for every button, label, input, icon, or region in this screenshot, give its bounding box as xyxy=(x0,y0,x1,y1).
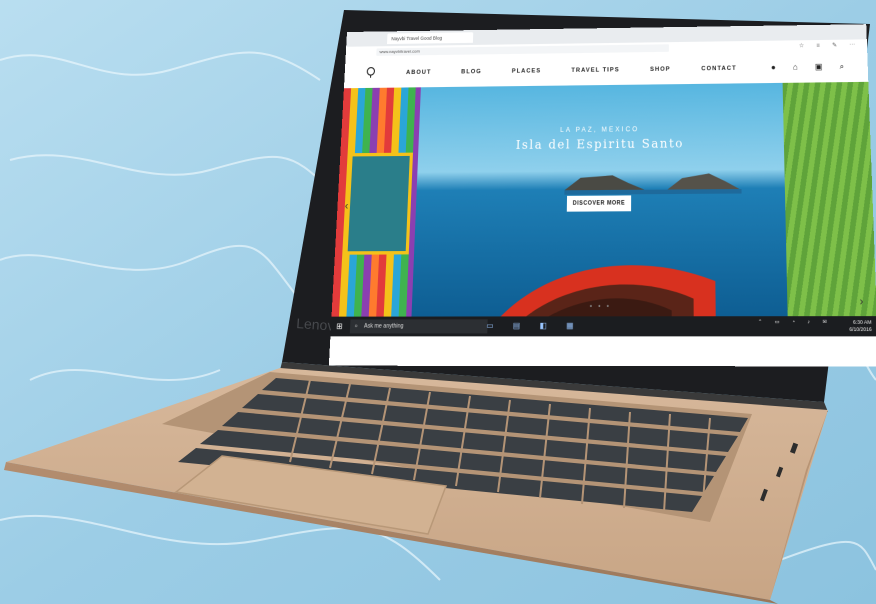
search-placeholder: Ask me anything xyxy=(363,322,404,330)
nav-contact[interactable]: CONTACT xyxy=(701,65,736,72)
island-rocks xyxy=(564,173,742,195)
green-field-image xyxy=(782,81,876,317)
tray-icons[interactable]: ⌃ ▭ ◔ ♪ ✉ xyxy=(758,319,832,326)
clock-date: 6/10/2016 xyxy=(849,326,872,333)
header-icons[interactable]: ● ⌂ ▣ ⌕ xyxy=(771,61,852,72)
windows-start-icon[interactable]: ⊞ xyxy=(336,321,343,331)
hero-title: Isla del Espiritu Santo xyxy=(515,136,685,153)
nav-places[interactable]: PLACES xyxy=(512,68,542,75)
taskbar-pinned-apps[interactable]: ▭ ▤ ◧ ▦ xyxy=(486,320,582,330)
hero-carousel: LA PAZ, MEXICO Isla del Espiritu Santo D… xyxy=(331,81,876,335)
hero-main-image: LA PAZ, MEXICO Isla del Espiritu Santo D… xyxy=(411,82,788,335)
cortana-search-input[interactable]: ○ Ask me anything xyxy=(349,319,488,334)
nav-travel-tips[interactable]: TRAVEL TIPS xyxy=(571,66,619,73)
nav-blog[interactable]: BLOG xyxy=(461,68,482,75)
browser-toolbar-icons[interactable]: ☆ ≡ ✎ ⋯ xyxy=(799,41,861,49)
browser-tab[interactable]: Nayvbi Travel Good Blog xyxy=(386,32,474,45)
clock-time: 6:30 AM xyxy=(852,319,872,326)
system-tray: ⌃ ▭ ◔ ♪ ✉ 6:30 AM 6/10/2016 xyxy=(758,318,872,333)
taskbar-bar: ⊞ ○ Ask me anything ▭ ▤ ◧ ▦ ⌃ ▭ ◔ ♪ ✉ 6:… xyxy=(330,316,876,337)
site-logo-icon[interactable] xyxy=(365,66,377,78)
carousel-prev-icon[interactable]: ‹ xyxy=(344,200,349,213)
search-icon: ○ xyxy=(354,322,358,330)
hero-subtitle: LA PAZ, MEXICO xyxy=(560,125,640,134)
discover-more-button[interactable]: DISCOVER MORE xyxy=(566,195,632,212)
nav-shop[interactable]: SHOP xyxy=(650,66,671,73)
taskbar-clock[interactable]: 6:30 AM 6/10/2016 xyxy=(849,318,872,332)
windows-taskbar: ⊞ ○ Ask me anything ▭ ▤ ◧ ▦ ⌃ ▭ ◔ ♪ ✉ 6:… xyxy=(329,316,876,366)
site-nav: ABOUT BLOG PLACES TRAVEL TIPS SHOP CONTA… xyxy=(406,65,737,76)
carousel-dots[interactable]: • • • xyxy=(590,302,611,310)
carousel-next-icon[interactable]: › xyxy=(859,295,863,309)
nav-about[interactable]: ABOUT xyxy=(406,69,431,76)
laptop-screen: Nayvbi Travel Good Blog www.nayvbitravel… xyxy=(328,24,876,367)
